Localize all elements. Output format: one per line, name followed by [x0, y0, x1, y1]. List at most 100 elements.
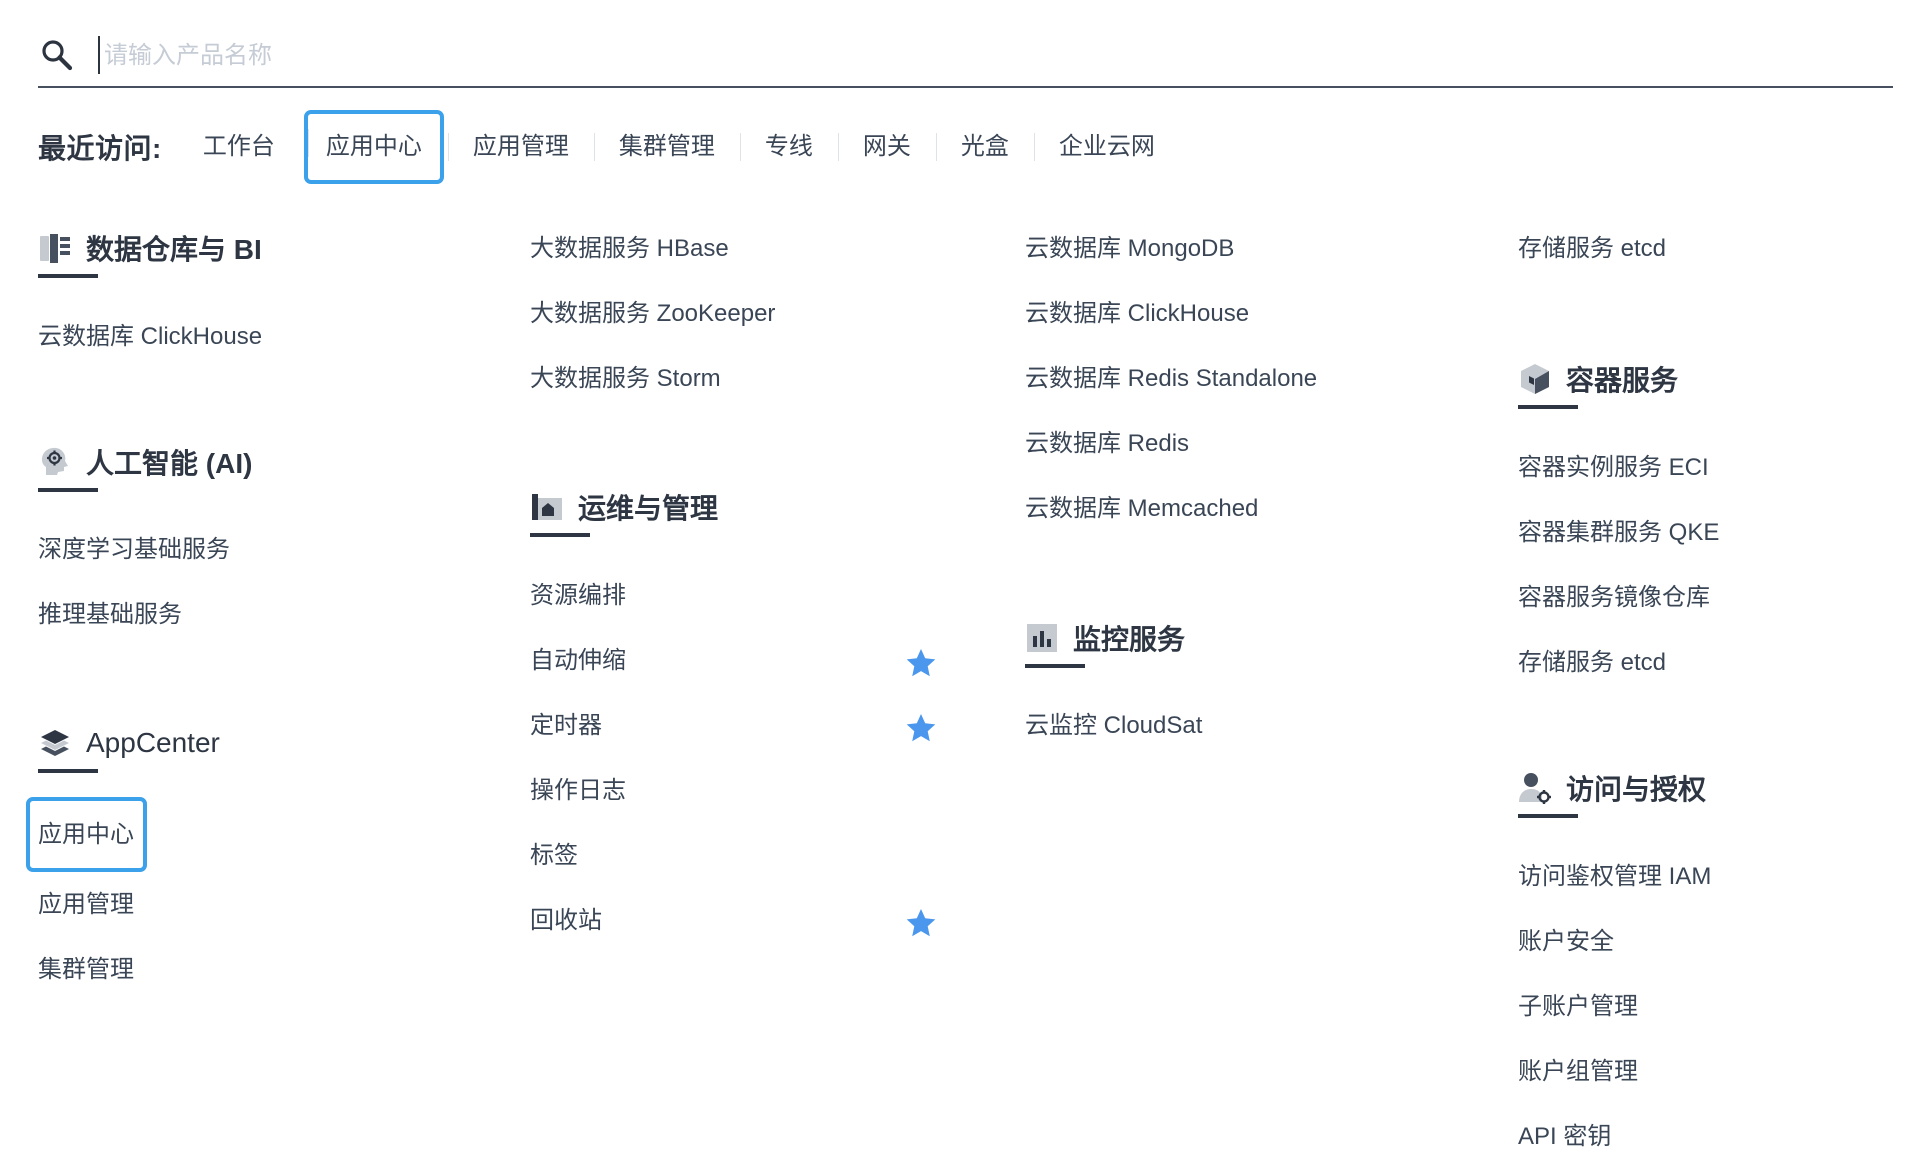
search-icon[interactable] [40, 38, 76, 74]
category-items: 应用中心 应用管理 集群管理 [26, 797, 458, 1002]
category-appcenter: AppCenter 应用中心 应用管理 集群管理 [26, 717, 458, 1002]
recent-item-gateway[interactable]: 网关 [837, 118, 936, 176]
product-link[interactable]: 标签 [530, 823, 950, 888]
category-underline [1025, 664, 1085, 668]
product-link[interactable]: 大数据服务 HBase [530, 216, 950, 281]
category-title: 人工智能 (AI) [86, 448, 253, 479]
search-bar [38, 28, 1893, 88]
product-link[interactable]: 账户组管理 [1518, 1039, 1910, 1104]
category-access-authorization: 访问与授权 访问鉴权管理 IAM 账户安全 子账户管理 账户组管理 API 密钥 [1518, 762, 1910, 1169]
recent-item-app-management[interactable]: 应用管理 [447, 118, 594, 176]
category-items: 深度学习基础服务 推理基础服务 [38, 517, 458, 647]
product-link[interactable]: 云数据库 ClickHouse [1025, 281, 1445, 346]
category-items: 云数据库 MongoDB 云数据库 ClickHouse 云数据库 Redis … [1025, 216, 1445, 541]
product-link[interactable]: 定时器 [530, 693, 950, 758]
category-cloud-database: 云数据库 MongoDB 云数据库 ClickHouse 云数据库 Redis … [1025, 216, 1445, 541]
product-link[interactable]: 云监控 CloudSat [1025, 693, 1445, 758]
category-underline [1518, 405, 1578, 409]
category-ops-management: 运维与管理 资源编排 自动伸缩 定时器 操作日志 标签 回收站 [530, 481, 950, 953]
category-header: 数据仓库与 BI [38, 222, 458, 278]
category-items: 存储服务 etcd [1518, 216, 1910, 281]
category-storage: 存储服务 etcd [1518, 216, 1910, 281]
ops-icon [530, 490, 564, 524]
category-bigdata: 大数据服务 HBase 大数据服务 ZooKeeper 大数据服务 Storm [530, 216, 950, 411]
layers-icon [38, 726, 72, 760]
recent-item-dedicated-line[interactable]: 专线 [739, 118, 838, 176]
category-underline [38, 274, 98, 278]
product-link[interactable]: 存储服务 etcd [1518, 630, 1910, 695]
user-gear-icon [1518, 771, 1552, 805]
search-input[interactable] [102, 34, 1806, 78]
bar-chart-icon [1025, 621, 1059, 655]
product-link[interactable]: 回收站 [530, 888, 950, 953]
category-monitoring: 监控服务 云监控 CloudSat [1025, 612, 1445, 758]
product-link[interactable]: 账户安全 [1518, 909, 1910, 974]
category-data-warehouse-bi: 数据仓库与 BI 云数据库 ClickHouse [38, 222, 458, 369]
product-link[interactable]: 云数据库 MongoDB [1025, 216, 1445, 281]
category-items: 大数据服务 HBase 大数据服务 ZooKeeper 大数据服务 Storm [530, 216, 950, 411]
star-icon[interactable] [905, 907, 937, 939]
product-label: 自动伸缩 [530, 647, 626, 674]
category-header: AppCenter [38, 717, 458, 773]
category-items: 容器实例服务 ECI 容器集群服务 QKE 容器服务镜像仓库 存储服务 etcd [1518, 435, 1910, 695]
recent-item-optical-box[interactable]: 光盒 [935, 118, 1034, 176]
star-icon[interactable] [905, 712, 937, 744]
database-icon [38, 231, 72, 265]
category-header: 运维与管理 [530, 481, 950, 537]
category-header: 访问与授权 [1518, 762, 1910, 818]
product-link[interactable]: 应用管理 [38, 872, 458, 937]
recent-item-enterprise-cloud-network[interactable]: 企业云网 [1033, 118, 1180, 176]
category-items: 云数据库 ClickHouse [38, 304, 458, 369]
product-link[interactable]: 容器服务镜像仓库 [1518, 565, 1910, 630]
product-link[interactable]: 云数据库 Redis [1025, 411, 1445, 476]
category-title: 容器服务 [1566, 365, 1679, 396]
recent-visits: 最近访问: 工作台 应用中心 应用管理 集群管理 专线 网关 光盒 企业云网 [38, 110, 1180, 184]
product-label: 定时器 [530, 712, 602, 739]
product-link[interactable]: 云数据库 ClickHouse [38, 304, 458, 369]
recent-list: 工作台 应用中心 应用管理 集群管理 专线 网关 光盒 企业云网 [178, 110, 1180, 184]
category-underline [38, 488, 98, 492]
recent-item-cluster-management[interactable]: 集群管理 [593, 118, 740, 176]
product-link[interactable]: 云数据库 Redis Standalone [1025, 346, 1445, 411]
category-items: 资源编排 自动伸缩 定时器 操作日志 标签 回收站 [530, 563, 950, 953]
category-underline [1518, 814, 1578, 818]
category-underline [38, 769, 98, 773]
product-link[interactable]: 自动伸缩 [530, 628, 950, 693]
category-items: 访问鉴权管理 IAM 账户安全 子账户管理 账户组管理 API 密钥 [1518, 844, 1910, 1169]
product-link[interactable]: 云数据库 Memcached [1025, 476, 1445, 541]
recent-visits-label: 最近访问: [38, 133, 162, 164]
recent-item-workbench[interactable]: 工作台 [178, 118, 300, 176]
star-icon[interactable] [905, 647, 937, 679]
category-title: 访问与授权 [1566, 774, 1707, 805]
product-link[interactable]: 存储服务 etcd [1518, 216, 1910, 281]
product-link[interactable]: 子账户管理 [1518, 974, 1910, 1039]
product-link[interactable]: 深度学习基础服务 [38, 517, 458, 582]
ai-head-icon [38, 445, 72, 479]
product-link[interactable]: 访问鉴权管理 IAM [1518, 844, 1910, 909]
category-underline [530, 533, 590, 537]
category-header: 人工智能 (AI) [38, 436, 458, 492]
category-title: 监控服务 [1073, 624, 1186, 655]
product-link[interactable]: 操作日志 [530, 758, 950, 823]
product-link-app-center[interactable]: 应用中心 [26, 797, 147, 872]
product-link[interactable]: API 密钥 [1518, 1104, 1910, 1169]
product-link[interactable]: 容器集群服务 QKE [1518, 500, 1910, 565]
product-link[interactable]: 大数据服务 ZooKeeper [530, 281, 950, 346]
product-link[interactable]: 推理基础服务 [38, 582, 458, 647]
product-link[interactable]: 容器实例服务 ECI [1518, 435, 1910, 500]
recent-item-app-center[interactable]: 应用中心 [303, 110, 444, 184]
category-container: 容器服务 容器实例服务 ECI 容器集群服务 QKE 容器服务镜像仓库 存储服务… [1518, 353, 1910, 695]
text-caret [98, 36, 100, 74]
category-title: 运维与管理 [578, 493, 719, 524]
product-link[interactable]: 集群管理 [38, 937, 458, 1002]
category-title: AppCenter [86, 727, 220, 758]
category-header: 监控服务 [1025, 612, 1445, 668]
category-items: 云监控 CloudSat [1025, 693, 1445, 758]
product-link[interactable]: 大数据服务 Storm [530, 346, 950, 411]
product-label: 回收站 [530, 907, 602, 934]
product-link[interactable]: 资源编排 [530, 563, 950, 628]
category-title: 数据仓库与 BI [86, 234, 262, 265]
category-ai: 人工智能 (AI) 深度学习基础服务 推理基础服务 [38, 436, 458, 647]
category-header: 容器服务 [1518, 353, 1910, 409]
container-cube-icon [1518, 362, 1552, 396]
